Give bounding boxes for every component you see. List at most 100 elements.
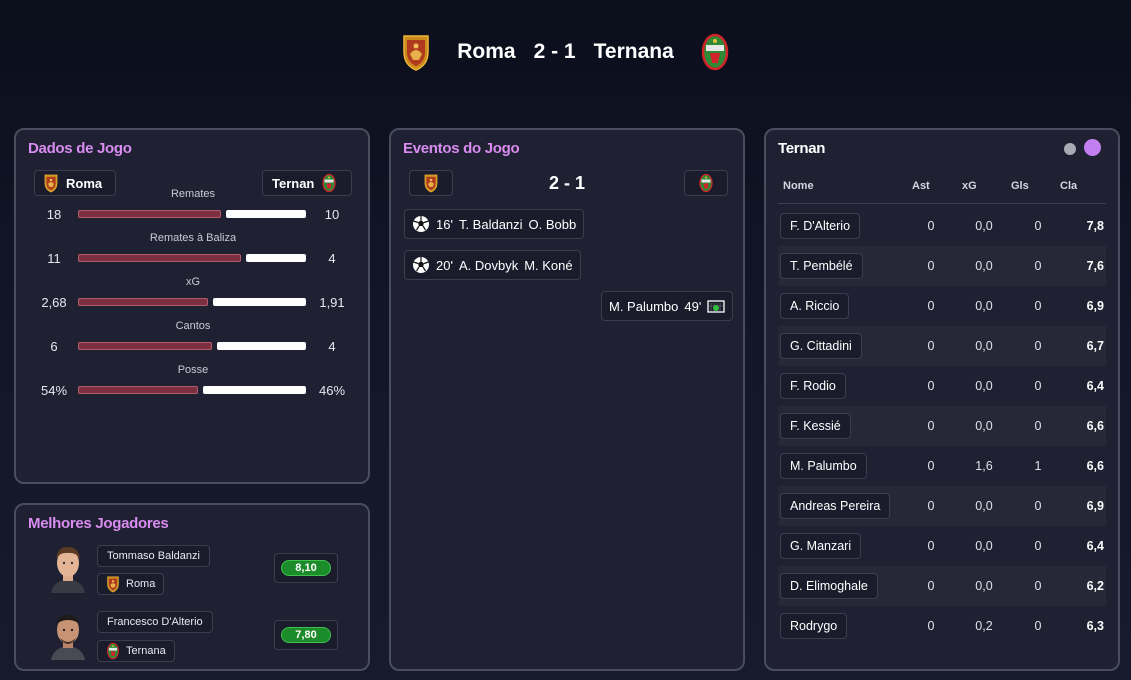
stat-bar-home bbox=[78, 386, 198, 394]
stat-away-value: 46% bbox=[318, 383, 346, 398]
table-row[interactable]: M. Palumbo 0 1,6 1 6,6 bbox=[778, 446, 1106, 486]
toggle-dot-active[interactable] bbox=[1084, 139, 1101, 156]
cell-xg: 0,0 bbox=[975, 219, 993, 233]
cell-rating: 6,4 bbox=[1086, 379, 1104, 393]
stat-home-value: 18 bbox=[46, 207, 62, 222]
player-team-chip: Ternana bbox=[97, 640, 175, 662]
panel-title: Eventos do Jogo bbox=[403, 140, 520, 157]
cell-gls: 0 bbox=[1034, 299, 1042, 313]
cell-rating: 6,4 bbox=[1086, 539, 1104, 553]
stat-home-value: 2,68 bbox=[41, 295, 67, 310]
panel-title: Melhores Jogadores bbox=[28, 515, 169, 532]
roma-crest-icon bbox=[401, 32, 431, 72]
stat-label: Remates bbox=[170, 188, 216, 200]
roma-crest-icon bbox=[106, 575, 120, 593]
stat-label: Posse bbox=[177, 364, 209, 376]
cell-gls: 1 bbox=[1034, 459, 1042, 473]
player-name[interactable]: Tommaso Baldanzi bbox=[97, 545, 210, 567]
player-team-chip: Roma bbox=[97, 573, 165, 595]
cell-ast: 0 bbox=[927, 539, 935, 553]
player-name-chip[interactable]: F. Kessié bbox=[780, 413, 851, 439]
player-name-chip[interactable]: A. Riccio bbox=[780, 293, 850, 319]
event-goal-home[interactable]: 16' T. Baldanzi O. Bobb bbox=[404, 209, 585, 239]
player-photo-dalterio bbox=[48, 610, 88, 660]
stat-bar-away bbox=[203, 386, 306, 394]
player-name-chip[interactable]: G. Manzari bbox=[780, 533, 862, 559]
player-rating: 8,10 bbox=[274, 553, 338, 583]
panel-title: Dados de Jogo bbox=[28, 140, 132, 157]
rating-badge: 8,10 bbox=[281, 560, 331, 576]
stat-bar-away bbox=[213, 298, 306, 306]
event-goal-home[interactable]: 20' A. Dovbyk M. Koné bbox=[404, 250, 581, 280]
player-name-chip[interactable]: F. D'Alterio bbox=[780, 213, 861, 239]
cell-rating: 7,6 bbox=[1086, 259, 1104, 273]
event-scorer: A. Dovbyk bbox=[458, 257, 519, 273]
ternana-crest-icon bbox=[106, 642, 120, 660]
stat-bar-home bbox=[78, 210, 221, 218]
cell-xg: 1,6 bbox=[975, 459, 993, 473]
stat-away-value: 4 bbox=[328, 339, 336, 354]
cell-gls: 0 bbox=[1034, 379, 1042, 393]
player-name[interactable]: Francesco D'Alterio bbox=[97, 611, 213, 633]
player-name-chip[interactable]: D. Elimoghale bbox=[780, 573, 878, 599]
table-row[interactable]: A. Riccio 0 0,0 0 6,9 bbox=[778, 286, 1106, 326]
table-row[interactable]: D. Elimoghale 0 0,0 0 6,2 bbox=[778, 566, 1106, 606]
table-row[interactable]: G. Cittadini 0 0,0 0 6,7 bbox=[778, 326, 1106, 366]
stat-label: Cantos bbox=[175, 320, 211, 332]
player-rating: 7,80 bbox=[274, 620, 338, 650]
cell-ast: 0 bbox=[927, 579, 935, 593]
match-events-panel: Eventos do Jogo 2 - 1 16' T. Baldanzi O.… bbox=[389, 128, 745, 671]
table-row[interactable]: F. Rodio 0 0,0 0 6,4 bbox=[778, 366, 1106, 406]
stat-bar-away bbox=[246, 254, 306, 262]
stat-home-value: 6 bbox=[50, 339, 58, 354]
col-ast: Ast bbox=[912, 180, 930, 192]
table-row[interactable]: G. Manzari 0 0,0 0 6,4 bbox=[778, 526, 1106, 566]
cell-gls: 0 bbox=[1034, 219, 1042, 233]
home-team-name: Roma bbox=[457, 40, 516, 63]
player-photo-baldanzi bbox=[48, 543, 88, 593]
cell-ast: 0 bbox=[927, 419, 935, 433]
match-stats-panel: Dados de Jogo Roma Ternan Remates 18 10 Rem… bbox=[14, 128, 370, 484]
match-header: Roma 2 - 1 Ternana bbox=[0, 30, 1131, 74]
stat-home-value: 54% bbox=[40, 383, 68, 398]
cell-xg: 0,0 bbox=[975, 539, 993, 553]
cell-gls: 0 bbox=[1034, 499, 1042, 513]
player-name-chip[interactable]: F. Rodio bbox=[780, 373, 846, 399]
cell-ast: 0 bbox=[927, 299, 935, 313]
best-players-panel: Melhores Jogadores Tommaso Baldanzi Roma… bbox=[14, 503, 370, 671]
cell-gls: 0 bbox=[1034, 259, 1042, 273]
player-name-chip[interactable]: M. Palumbo bbox=[780, 453, 867, 479]
player-name-chip[interactable]: Andreas Pereira bbox=[780, 493, 891, 519]
player-name-chip[interactable]: G. Cittadini bbox=[780, 333, 862, 359]
cell-xg: 0,0 bbox=[975, 579, 993, 593]
event-minute: 49' bbox=[684, 298, 702, 314]
event-scorer: M. Palumbo bbox=[609, 298, 679, 314]
cell-ast: 0 bbox=[927, 379, 935, 393]
table-row[interactable]: F. D'Alterio 0 0,0 0 7,8 bbox=[778, 206, 1106, 246]
table-row[interactable]: F. Kessié 0 0,0 0 6,6 bbox=[778, 406, 1106, 446]
table-row[interactable]: Rodrygo 0 0,2 0 6,3 bbox=[778, 606, 1106, 646]
table-row[interactable]: Andreas Pereira 0 0,0 0 6,9 bbox=[778, 486, 1106, 526]
cell-rating: 6,6 bbox=[1086, 419, 1104, 433]
cell-gls: 0 bbox=[1034, 619, 1042, 633]
cell-ast: 0 bbox=[927, 339, 935, 353]
event-goal-away[interactable]: M. Palumbo 49' bbox=[601, 291, 734, 321]
table-row[interactable]: T. Pembélé 0 0,0 0 7,6 bbox=[778, 246, 1106, 286]
cell-xg: 0,0 bbox=[975, 379, 993, 393]
player-name-chip[interactable]: Rodrygo bbox=[780, 613, 848, 639]
player-name-chip[interactable]: T. Pembélé bbox=[780, 253, 863, 279]
event-minute: 20' bbox=[436, 257, 453, 273]
cell-xg: 0,0 bbox=[975, 419, 993, 433]
cell-ast: 0 bbox=[927, 219, 935, 233]
away-team-chip[interactable] bbox=[684, 170, 728, 196]
lineup-panel: Ternan Nome Ast xG Gls Cla F. D'Alterio 0… bbox=[764, 128, 1120, 671]
cell-rating: 6,7 bbox=[1086, 339, 1104, 353]
toggle-dot-inactive[interactable] bbox=[1064, 143, 1076, 155]
cell-ast: 0 bbox=[927, 619, 935, 633]
header-divider bbox=[778, 203, 1106, 204]
stat-bar-away bbox=[217, 342, 306, 350]
col-cla: Cla bbox=[1060, 180, 1078, 192]
cell-xg: 0,0 bbox=[975, 299, 993, 313]
event-assist: M. Koné bbox=[524, 257, 573, 273]
col-xg: xG bbox=[962, 180, 977, 192]
